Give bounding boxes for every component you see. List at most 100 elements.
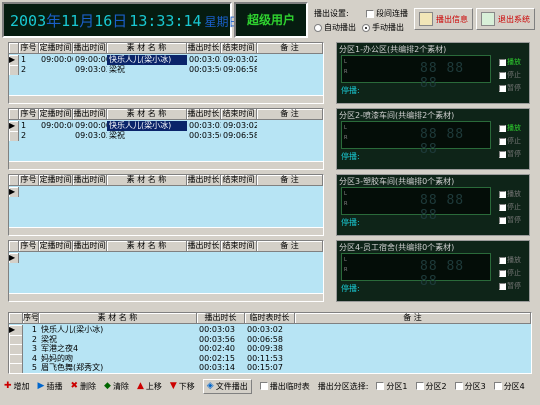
temp-table-checkbox[interactable]	[259, 382, 268, 390]
zone-btn-0[interactable]: 播放	[499, 255, 527, 265]
zone-btn-2[interactable]: 暂停	[499, 281, 527, 291]
cell-note	[295, 335, 531, 345]
zone-btn-box[interactable]	[499, 84, 506, 92]
play-status-label: 停播:	[341, 152, 360, 161]
zone-btn-1[interactable]: 停止	[499, 202, 527, 212]
add-button[interactable]: ✚ 增加	[4, 381, 30, 392]
zone-btn-0[interactable]: 播放	[499, 123, 527, 133]
insert-button[interactable]: ▶ 插播	[38, 381, 63, 392]
clock-display: 2003年11月16日 13:33:14 星期日	[2, 2, 241, 38]
zone-btn-1[interactable]: 停止	[499, 70, 527, 80]
cell-n: 1	[31, 325, 37, 334]
library-row[interactable]: 4 妈妈的吻 00:02:15 00:11:53	[9, 353, 531, 364]
interval-play-checkbox[interactable]	[366, 9, 374, 18]
zone-btn-box[interactable]	[499, 190, 506, 198]
play-status-label: 停播:	[341, 218, 360, 227]
file-play-button[interactable]: ◈ 文件播出	[202, 378, 252, 394]
zone1-box[interactable]	[376, 382, 385, 390]
zone-btn-box[interactable]	[499, 150, 506, 158]
clear-button[interactable]: ◆ 清除	[104, 381, 129, 392]
library-row[interactable]: ▶ 1 快乐人儿(梁小冰) 00:03:03 00:03:02	[9, 325, 531, 335]
auto-play-option[interactable]: 自动播出	[314, 22, 356, 33]
zone-btn-box[interactable]	[499, 124, 506, 132]
zone2-box[interactable]	[415, 382, 424, 390]
zone2-schedule-table[interactable]: 序号定播时间播出时间素 材 名 称播出时长结束时间备 注▶109:00:0009…	[8, 108, 324, 170]
zone4-checkbox[interactable]: 分区4	[493, 381, 525, 392]
zone4-control-panel: 分区4-员工宿舍(共编排0个素材) L R 88 88 88 停播: 播放 停止 暂停	[336, 240, 530, 302]
library-row[interactable]: 3 军港之夜4 00:02:40 00:09:38	[9, 344, 531, 355]
user-badge: 超级用户	[234, 2, 308, 38]
interval-play-option[interactable]: 段间连播	[366, 8, 408, 19]
cell-name: 快乐人儿(梁小冰)	[107, 55, 187, 65]
zone-btn-box[interactable]	[499, 58, 506, 66]
library-row[interactable]: 5 眉飞色舞(郑秀文) 00:03:14 00:15:07	[9, 363, 531, 373]
right-channel-label: R	[344, 69, 348, 75]
zone-btn-box[interactable]	[499, 256, 506, 264]
zone2-checkbox[interactable]: 分区2	[415, 381, 447, 392]
zone-btn-label: 暂停	[507, 282, 521, 290]
zone2-control-panel: 分区2-喷漆车间(共编排2个素材) L R 88 88 88 停播: 播放 停止 暂停	[336, 108, 530, 170]
cell-tmp: 00:09:38	[247, 344, 283, 354]
move-up-button[interactable]: ▲ 上移	[137, 381, 162, 392]
cell-dur: 00:02:40	[199, 344, 235, 354]
add-label: 增加	[13, 381, 30, 391]
cell-sched: 09:00:00	[41, 55, 73, 64]
zone3-label: 分区3	[464, 381, 486, 391]
zone-btn-box[interactable]	[499, 269, 506, 277]
row-indicator-header	[9, 313, 23, 324]
zone4-hscroll[interactable]	[9, 293, 323, 301]
zone3-hscroll[interactable]	[9, 227, 323, 235]
empty-row: ▶	[9, 187, 323, 197]
cell-sched	[39, 131, 73, 141]
table-row[interactable]: ▶109:00:0009:00:00快乐人儿(梁小冰)00:03:0309:03…	[9, 121, 323, 131]
cell-note	[257, 55, 323, 65]
manual-play-radio[interactable]	[362, 23, 370, 32]
zone1-checkbox[interactable]: 分区1	[376, 381, 408, 392]
zone-btn-box[interactable]	[499, 282, 506, 290]
cell-end: 09:06:58	[223, 131, 257, 140]
zone-btn-0[interactable]: 播放	[499, 189, 527, 199]
zone-btn-box[interactable]	[499, 137, 506, 145]
zone-btn-1[interactable]: 停止	[499, 268, 527, 278]
playback-info-button[interactable]: 播出信息	[414, 8, 473, 30]
table-row[interactable]: ▶109:00:0009:00:00快乐人儿(梁小冰)00:03:0309:03…	[9, 55, 323, 65]
library-row[interactable]: 2 梁祝 00:03:56 00:06:58	[9, 334, 531, 345]
playback-info-label: 播出信息	[436, 14, 468, 24]
cell-n: 2	[21, 65, 27, 74]
zone-btn-box[interactable]	[499, 203, 506, 211]
zone-title: 分区3-塑胶车间(共编排0个素材)	[339, 177, 455, 186]
zone-title: 分区1-办公区(共编排2个素材)	[339, 45, 447, 54]
zone-btn-2[interactable]: 暂停	[499, 149, 527, 159]
cell-name: 快乐人儿(梁小冰)	[41, 325, 104, 334]
delete-button[interactable]: ✖ 删除	[70, 381, 96, 392]
col-6: 备 注	[257, 175, 323, 186]
manual-play-option[interactable]: 手动播出	[362, 22, 404, 33]
move-down-button[interactable]: ▼ 下移	[170, 381, 195, 392]
left-channel-label: L	[344, 257, 347, 263]
zone4-box[interactable]	[493, 382, 502, 390]
zone3-checkbox[interactable]: 分区3	[454, 381, 486, 392]
zone-btn-box[interactable]	[499, 71, 506, 79]
material-library-table[interactable]: 序号 素 材 名 称 播出时长 临时表时长 备 注 ▶ 1 快乐人儿(梁小冰) 00:…	[8, 312, 532, 374]
zone1-schedule-table[interactable]: 序号定播时间播出时间素 材 名 称播出时长结束时间备 注▶109:00:0009…	[8, 42, 324, 104]
zone-btn-box[interactable]	[499, 216, 506, 224]
zone4-schedule-table[interactable]: 序号 定播时间 播出时间素 材 名 称播出时长 结束时间备 注 ▶	[8, 240, 324, 302]
col-4: 播出时长	[187, 175, 221, 186]
col-6: 备 注	[257, 109, 323, 120]
zone-btn-1[interactable]: 停止	[499, 136, 527, 146]
temp-table-toggle[interactable]: 播出临时表	[259, 381, 310, 392]
zone1-hscroll[interactable]	[9, 95, 323, 103]
cell-n: 3	[31, 344, 37, 354]
zone2-hscroll[interactable]	[9, 161, 323, 169]
table-row[interactable]: 2 09:03:03梁祝 00:03:5609:06:58	[9, 131, 323, 141]
zone-btn-0[interactable]: 播放	[499, 57, 527, 67]
zone2-label: 分区2	[425, 381, 447, 391]
table-row[interactable]: 2 09:03:03梁祝 00:03:5609:06:58	[9, 65, 323, 75]
zone-btn-2[interactable]: 暂停	[499, 83, 527, 93]
exit-system-button[interactable]: 退出系统	[476, 8, 535, 30]
zone-btn-2[interactable]: 暂停	[499, 215, 527, 225]
zone3-schedule-table[interactable]: 序号 定播时间 播出时间素 材 名 称播出时长 结束时间备 注 ▶	[8, 174, 324, 236]
auto-play-radio[interactable]	[314, 23, 322, 32]
zone3-box[interactable]	[454, 382, 463, 390]
col-3: 素 材 名 称	[107, 43, 187, 54]
